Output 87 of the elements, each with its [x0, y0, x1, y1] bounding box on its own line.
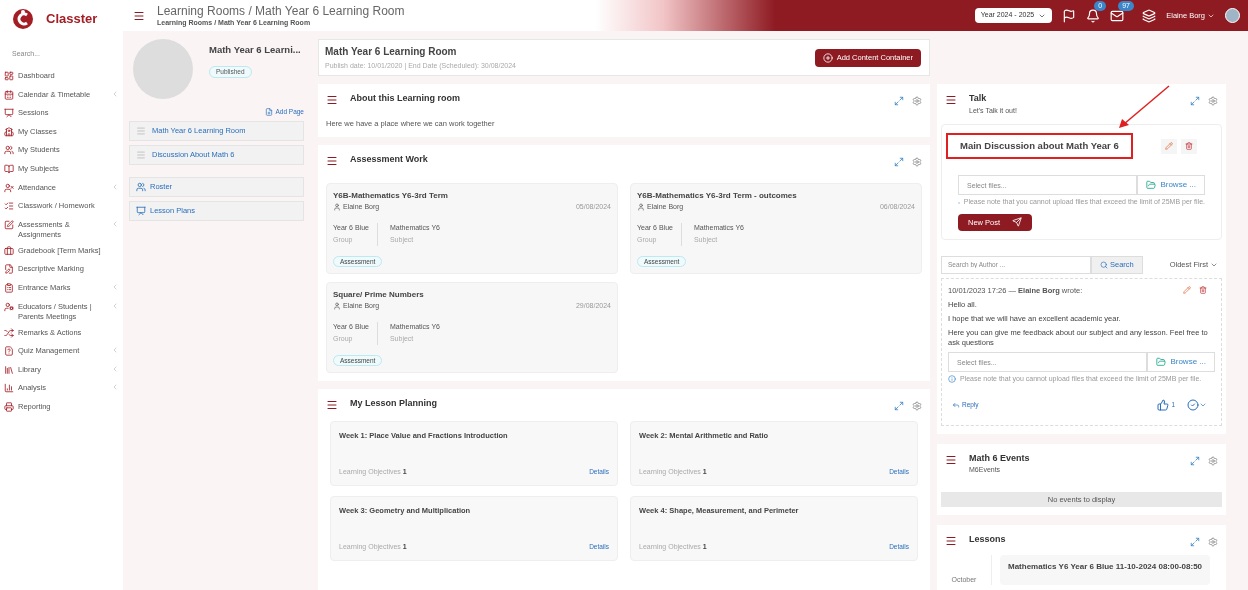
- search-icon: [1100, 260, 1108, 269]
- nav-icon: [4, 282, 14, 293]
- avatar[interactable]: [1225, 8, 1240, 23]
- reply-icon: [952, 400, 960, 409]
- panel-title: Lessons: [969, 532, 1007, 546]
- room-title: Math Year 6 Learni...: [209, 43, 301, 57]
- nav-icon: [4, 182, 14, 193]
- presentation-icon: [136, 205, 146, 216]
- lesson-item[interactable]: Mathematics Y6 Year 6 Blue 11-10-2024 08:00-08:50: [1000, 554, 1211, 586]
- settings-icon[interactable]: [912, 96, 922, 106]
- menu-icon[interactable]: [945, 534, 957, 547]
- bell-icon[interactable]: [1086, 8, 1101, 23]
- edit-button[interactable]: [1161, 138, 1177, 154]
- nav-icon: [4, 201, 14, 212]
- pencil-icon[interactable]: [1183, 286, 1191, 295]
- plus-icon: [822, 52, 833, 63]
- nav-icon: [4, 383, 14, 394]
- nav-icon: [4, 71, 14, 81]
- settings-icon[interactable]: [912, 401, 922, 411]
- users-icon: [136, 181, 146, 192]
- chevron-icon: [111, 301, 119, 310]
- room-image-placeholder: [133, 39, 193, 99]
- chevron-icon: [111, 383, 119, 392]
- expand-icon[interactable]: [1190, 96, 1200, 106]
- delete-button[interactable]: [1181, 138, 1197, 154]
- panel-title: Talk: [969, 92, 988, 105]
- flag-icon[interactable]: [1062, 8, 1077, 23]
- nav-icon: [4, 364, 14, 375]
- annotation-arrow: [1116, 84, 1172, 130]
- menu-icon[interactable]: [945, 94, 957, 106]
- pencil-icon: [1165, 142, 1173, 151]
- logo-icon: [12, 8, 34, 30]
- menu-icon[interactable]: [326, 94, 338, 106]
- settings-icon[interactable]: [912, 157, 922, 167]
- trash-icon[interactable]: [1199, 286, 1207, 295]
- chevron-icon: [111, 89, 119, 98]
- panel-title: Assessment Work: [350, 153, 429, 166]
- add-page-icon: [265, 107, 274, 116]
- expand-icon[interactable]: [894, 96, 904, 106]
- nav-icon: [4, 163, 14, 174]
- panel-title: My Lesson Planning: [350, 397, 438, 410]
- nav-icon: [4, 219, 14, 230]
- browse-button[interactable]: Browse ...: [1147, 352, 1215, 372]
- expand-icon[interactable]: [1190, 455, 1200, 466]
- chevron-icon: [111, 219, 119, 228]
- discussion-title: Main Discussion about Math Year 6: [946, 133, 1133, 160]
- send-icon: [1012, 217, 1023, 228]
- drag-handle-icon[interactable]: [136, 149, 146, 160]
- page-title: Learning Rooms / Math Year 6 Learning Room: [157, 3, 405, 19]
- panel-title: About this Learning room: [350, 92, 461, 105]
- check-circle-icon[interactable]: [1187, 398, 1199, 411]
- menu-icon[interactable]: [945, 453, 957, 466]
- room-heading: Math Year 6 Learning Room: [325, 44, 458, 59]
- nav-icon: [4, 126, 14, 137]
- settings-icon[interactable]: [1208, 455, 1218, 466]
- panel-title: Math 6 Events: [969, 451, 1031, 465]
- user-icon: [637, 203, 645, 212]
- nav-icon: [4, 108, 14, 119]
- menu-icon[interactable]: [133, 9, 145, 22]
- folder-icon: [1146, 180, 1157, 191]
- settings-icon[interactable]: [1208, 536, 1218, 547]
- nav-icon: [4, 245, 14, 256]
- thumbs-up-icon[interactable]: [1157, 398, 1170, 411]
- nav-icon: [4, 264, 14, 275]
- user-icon: [333, 203, 341, 212]
- brand-name: Classter: [46, 10, 98, 29]
- nav-icon: [4, 346, 14, 357]
- settings-icon[interactable]: [1208, 96, 1218, 106]
- folder-icon: [1156, 357, 1167, 367]
- layers-icon[interactable]: [1142, 8, 1157, 23]
- chevron-icon: [111, 182, 119, 191]
- expand-icon[interactable]: [894, 157, 904, 167]
- menu-icon[interactable]: [326, 155, 338, 167]
- nav-icon: [4, 89, 14, 100]
- nav-icon: [4, 327, 14, 338]
- nav-icon: [4, 301, 14, 312]
- drag-handle-icon[interactable]: [136, 125, 146, 136]
- user-icon: [333, 302, 341, 311]
- mail-icon[interactable]: [1110, 8, 1125, 23]
- menu-icon[interactable]: [326, 399, 338, 411]
- expand-icon[interactable]: [894, 401, 904, 411]
- nav-icon: [4, 401, 14, 412]
- trash-icon: [1185, 142, 1193, 151]
- chevron-icon: [111, 282, 119, 291]
- nav-icon: [4, 145, 14, 156]
- expand-icon[interactable]: [1190, 536, 1200, 547]
- browse-button[interactable]: Browse ...: [1137, 175, 1205, 196]
